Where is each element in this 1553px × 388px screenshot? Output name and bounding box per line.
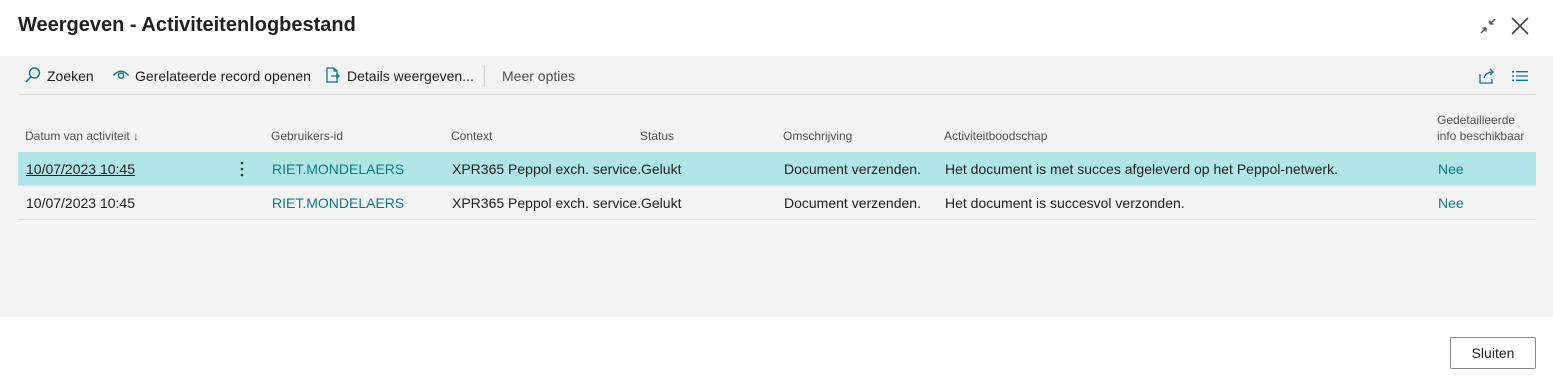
table-header: Datum van activiteit ↓ Gebruikers-id Con… xyxy=(18,95,1536,152)
cell-context: XPR365 Peppol exch. service. xyxy=(452,195,642,211)
column-header-detailed-info[interactable]: Gedetailleerde info beschikbaar xyxy=(1437,112,1527,144)
cell-user-id[interactable]: RIET.MONDELAERS xyxy=(272,161,404,177)
cell-date[interactable]: 10/07/2023 10:45 xyxy=(26,161,135,177)
activity-log-table: Datum van activiteit ↓ Gebruikers-id Con… xyxy=(18,95,1536,220)
close-button[interactable]: Sluiten xyxy=(1450,337,1536,369)
cell-activity-message: Het document is met succes afgeleverd op… xyxy=(945,161,1338,177)
row-actions-icon[interactable] xyxy=(236,160,248,178)
activity-log-dialog: Weergeven - Activiteitenlogbestand Zoeke… xyxy=(0,0,1553,388)
cell-status: Gelukt xyxy=(641,195,682,211)
cell-status: Gelukt xyxy=(641,161,682,177)
document-export-icon xyxy=(324,66,342,87)
content-area: Zoeken Gerelateerde record openen Detail… xyxy=(0,56,1553,317)
show-details-button[interactable]: Details weergeven... xyxy=(324,65,474,87)
cell-user-id[interactable]: RIET.MONDELAERS xyxy=(272,195,404,211)
open-related-record-button[interactable]: Gerelateerde record openen xyxy=(112,65,311,87)
cell-description: Document verzenden. xyxy=(784,195,921,211)
column-header-description[interactable]: Omschrijving xyxy=(783,128,852,144)
search-label: Zoeken xyxy=(47,68,94,84)
more-options-label: Meer opties xyxy=(502,68,576,84)
column-header-context[interactable]: Context xyxy=(451,128,492,144)
search-button[interactable]: Zoeken xyxy=(24,65,94,87)
cell-detailed-info[interactable]: Nee xyxy=(1438,161,1464,177)
close-icon[interactable] xyxy=(1508,14,1532,38)
collapse-icon[interactable] xyxy=(1476,14,1500,38)
cell-date[interactable]: 10/07/2023 10:45 xyxy=(26,195,135,211)
table-row[interactable]: 10/07/2023 10:45 RIET.MONDELAERS XPR365 … xyxy=(18,186,1536,220)
share-icon[interactable] xyxy=(1477,66,1497,86)
open-related-label: Gerelateerde record openen xyxy=(135,68,311,84)
cell-context: XPR365 Peppol exch. service. xyxy=(452,161,642,177)
cell-activity-message: Het document is succesvol verzonden. xyxy=(945,195,1185,211)
action-bar: Zoeken Gerelateerde record openen Detail… xyxy=(18,56,1536,95)
action-separator xyxy=(484,65,485,87)
column-header-status[interactable]: Status xyxy=(640,128,674,144)
search-icon xyxy=(24,66,42,87)
column-header-date[interactable]: Datum van activiteit ↓ xyxy=(25,128,139,144)
dialog-title: Weergeven - Activiteitenlogbestand xyxy=(18,14,356,36)
eye-icon xyxy=(112,66,130,87)
column-header-activity-message[interactable]: Activiteitboodschap xyxy=(944,128,1047,144)
more-options-button[interactable]: Meer opties xyxy=(502,65,575,87)
cell-detailed-info[interactable]: Nee xyxy=(1438,195,1464,211)
list-view-icon[interactable] xyxy=(1510,66,1530,86)
show-details-label: Details weergeven... xyxy=(347,68,474,84)
column-header-user-id[interactable]: Gebruikers-id xyxy=(271,128,343,144)
table-row[interactable]: 10/07/2023 10:45 RIET.MONDELAERS XPR365 … xyxy=(18,152,1536,186)
cell-description: Document verzenden. xyxy=(784,161,921,177)
